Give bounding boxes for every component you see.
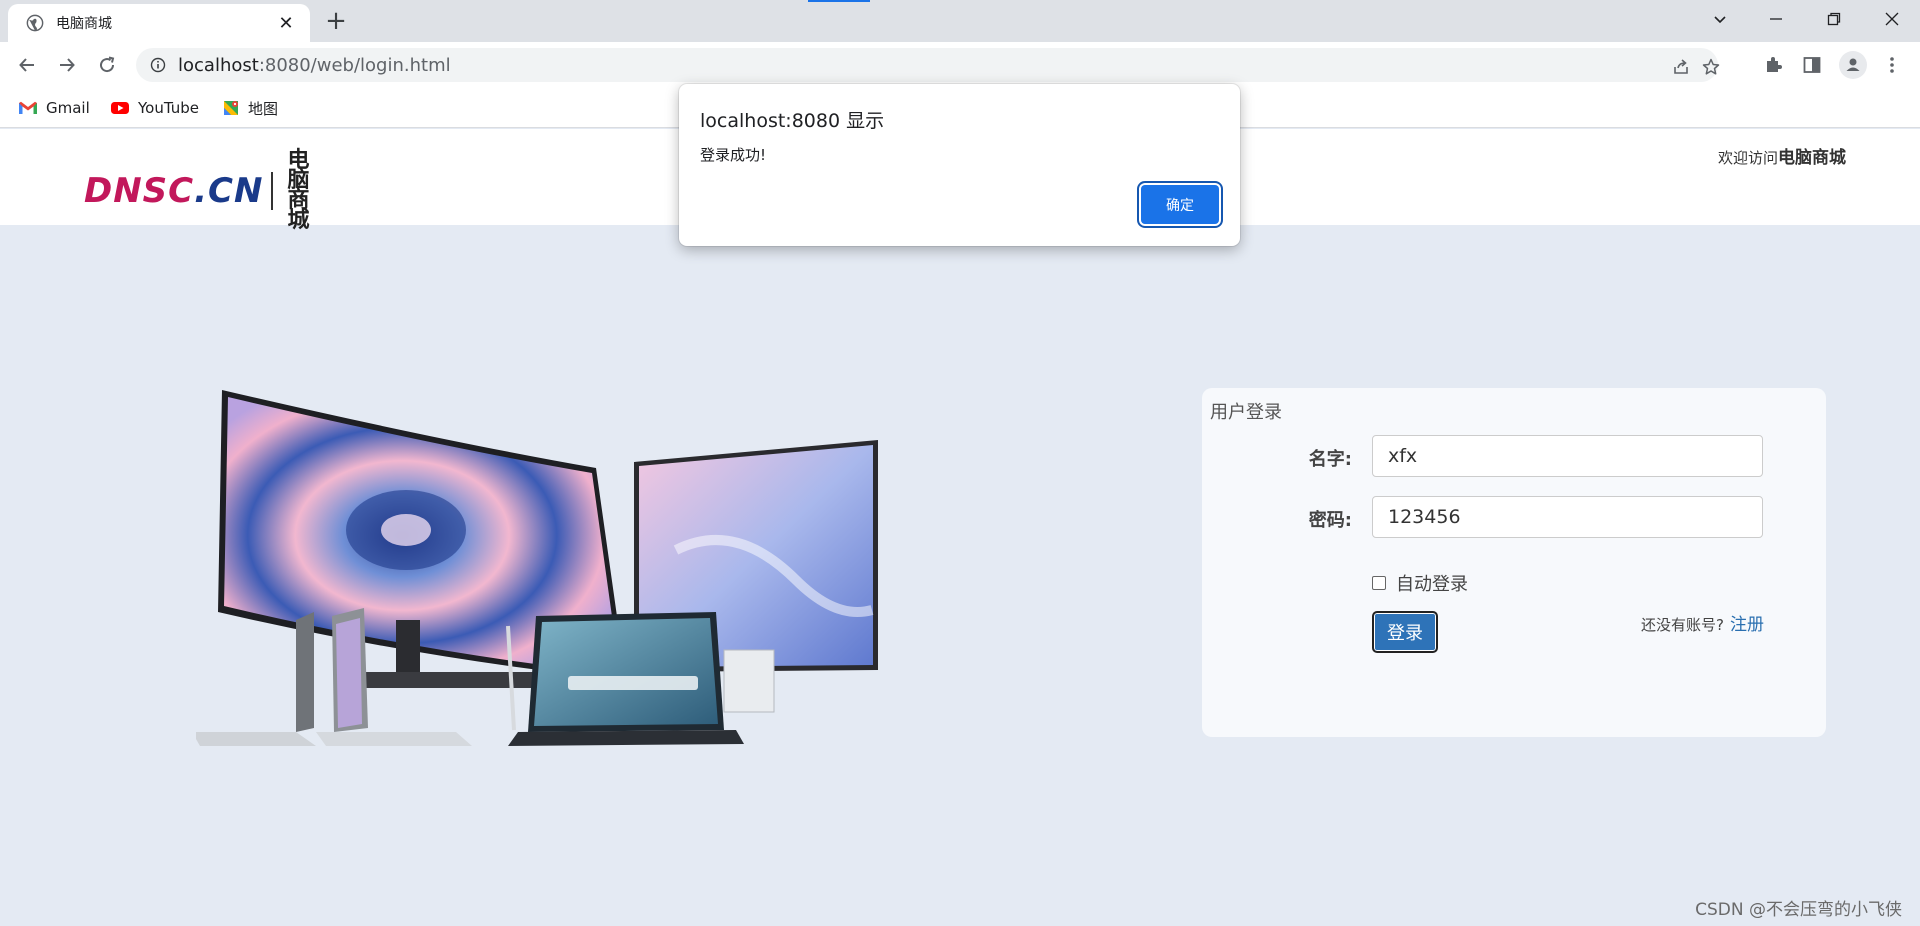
bookmark-label: Gmail — [46, 99, 90, 117]
loading-indicator — [808, 0, 870, 2]
more-menu-icon[interactable] — [1880, 53, 1904, 77]
side-panel-icon[interactable] — [1800, 53, 1824, 77]
no-account-text: 还没有账号? — [1641, 616, 1724, 634]
youtube-icon — [111, 102, 129, 114]
password-input[interactable]: 123456 — [1372, 496, 1763, 538]
reload-icon[interactable] — [93, 51, 121, 79]
alert-dialog: localhost:8080 显示 登录成功! 确定 — [679, 84, 1240, 246]
restore-icon[interactable] — [1814, 4, 1854, 34]
dialog-title: localhost:8080 显示 — [700, 110, 885, 132]
login-title: 用户登录 — [1210, 402, 1282, 423]
browser-tab-strip: 电脑商城 ✕ + — [0, 0, 1920, 42]
tab-title: 电脑商城 — [56, 16, 112, 32]
tab-search-icon[interactable] — [1700, 4, 1740, 34]
watermark-text: CSDN @不会压弯的小飞侠 — [1695, 900, 1902, 920]
browser-tab[interactable]: 电脑商城 ✕ — [8, 4, 310, 42]
address-bar[interactable]: localhost:8080/web/login.html — [136, 48, 1720, 82]
logo-text: DNSC.CN — [84, 171, 264, 211]
globe-icon — [26, 14, 44, 32]
browser-toolbar: localhost:8080/web/login.html — [0, 42, 1920, 88]
gmail-icon — [19, 101, 37, 114]
auto-login-option[interactable]: 自动登录 — [1372, 570, 1468, 596]
dialog-ok-button[interactable]: 确定 — [1141, 185, 1219, 224]
dialog-message: 登录成功! — [700, 146, 767, 164]
site-info-icon[interactable] — [150, 57, 166, 73]
bookmark-star-icon[interactable] — [1700, 56, 1722, 78]
welcome-site-name: 电脑商城 — [1778, 148, 1846, 168]
maps-icon — [224, 101, 238, 115]
register-link[interactable]: 注册 — [1730, 615, 1764, 635]
password-label: 密码: — [1308, 510, 1352, 531]
minimize-icon[interactable] — [1756, 4, 1796, 34]
logo-chinese: 电脑 商城 — [287, 148, 337, 233]
bookmark-maps[interactable]: 地图 — [222, 96, 278, 120]
logo-divider — [271, 172, 274, 210]
logo-cn-line-1: 电脑 — [287, 148, 314, 193]
welcome-text: 欢迎访问电脑商城 — [1718, 143, 1846, 168]
bookmark-gmail[interactable]: Gmail — [18, 96, 90, 120]
url-text: localhost:8080/web/login.html — [178, 55, 451, 76]
url-path: :8080/web/login.html — [258, 54, 451, 76]
back-icon[interactable] — [13, 51, 41, 79]
share-icon[interactable] — [1670, 56, 1692, 78]
auto-login-label: 自动登录 — [1396, 574, 1468, 595]
extensions-icon[interactable] — [1761, 53, 1785, 77]
login-form: 用户登录 名字: xfx 密码: 123456 自动登录 登录 还没有账号? 注册 — [1202, 388, 1826, 737]
url-host: localhost — [178, 54, 259, 76]
logo-cn-line-2: 商城 — [287, 188, 314, 233]
close-window-icon[interactable] — [1872, 4, 1912, 34]
product-hero-image — [196, 390, 878, 746]
login-button[interactable]: 登录 — [1372, 611, 1438, 653]
site-logo[interactable]: DNSC.CN 电脑 商城 — [84, 148, 337, 233]
username-input[interactable]: xfx — [1372, 435, 1763, 477]
bookmark-youtube[interactable]: YouTube — [110, 96, 199, 120]
profile-avatar-icon[interactable] — [1839, 51, 1867, 79]
no-account-prompt: 还没有账号? 注册 — [1641, 610, 1764, 635]
auto-login-checkbox[interactable] — [1372, 576, 1386, 590]
name-label: 名字: — [1308, 449, 1352, 470]
new-tab-button[interactable]: + — [322, 8, 350, 36]
tab-close-icon[interactable]: ✕ — [276, 13, 296, 34]
bookmark-label: 地图 — [248, 99, 279, 118]
bookmark-label: YouTube — [138, 99, 199, 117]
welcome-prefix: 欢迎访问 — [1717, 149, 1778, 167]
forward-icon[interactable] — [53, 51, 81, 79]
